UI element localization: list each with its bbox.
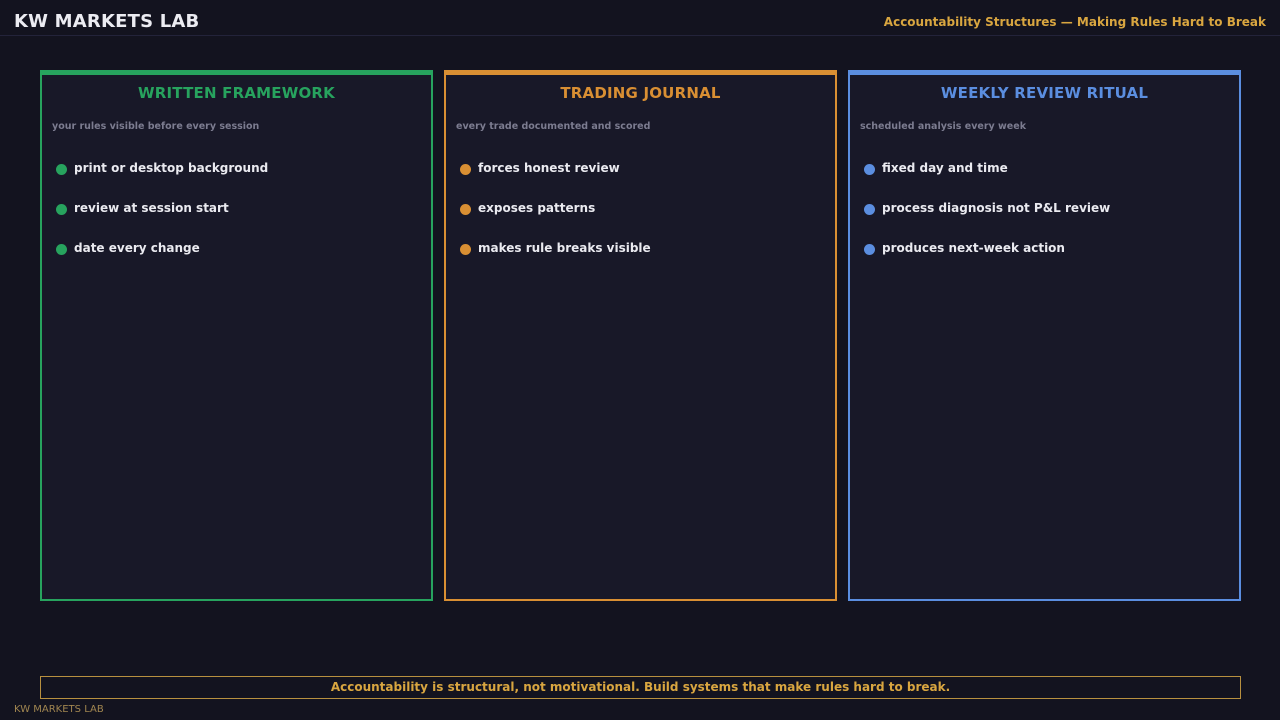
- card-title: WRITTEN FRAMEWORK: [138, 84, 335, 102]
- card-subtitle: your rules visible before every session: [52, 121, 260, 132]
- list-item-label: review at session start: [74, 201, 229, 215]
- list-item-label: fixed day and time: [882, 161, 1008, 175]
- slide-title: Accountability Structures — Making Rules…: [883, 15, 1266, 29]
- brand-logo-text: KW MARKETS LAB: [14, 11, 200, 32]
- list-item-label: forces honest review: [478, 161, 620, 175]
- list-item-label: date every change: [74, 241, 200, 255]
- card-subtitle: scheduled analysis every week: [860, 121, 1027, 132]
- list-item-label: print or desktop background: [74, 161, 269, 175]
- bullet-dot-icon: [864, 204, 875, 215]
- slide: KW MARKETS LAB Accountability Structures…: [0, 0, 1280, 720]
- card-subtitle: every trade documented and scored: [456, 121, 651, 132]
- list-item-label: exposes patterns: [478, 201, 596, 215]
- card-trading-journal: TRADING JOURNAL every trade documented a…: [444, 70, 837, 601]
- card-weekly-review-ritual: WEEKLY REVIEW RITUAL scheduled analysis …: [848, 70, 1241, 601]
- bullet-dot-icon: [864, 244, 875, 255]
- card-written-framework: WRITTEN FRAMEWORK your rules visible bef…: [40, 70, 433, 601]
- bullet-dot-icon: [56, 244, 67, 255]
- bullet-dot-icon: [460, 164, 471, 175]
- header-bar: KW MARKETS LAB Accountability Structures…: [0, 0, 1280, 36]
- footer-banner: Accountability is structural, not motiva…: [40, 676, 1241, 699]
- bullet-dot-icon: [460, 204, 471, 215]
- card-title: WEEKLY REVIEW RITUAL: [940, 84, 1149, 102]
- list-item-label: makes rule breaks visible: [478, 241, 651, 255]
- card-title: TRADING JOURNAL: [560, 84, 721, 102]
- list-item-label: produces next-week action: [882, 241, 1065, 255]
- bullet-dot-icon: [864, 164, 875, 175]
- list-item-label: process diagnosis not P&L review: [882, 201, 1111, 215]
- bullet-dot-icon: [56, 164, 67, 175]
- footer-brand: KW MARKETS LAB: [14, 704, 104, 715]
- card-row: WRITTEN FRAMEWORK your rules visible bef…: [40, 70, 1241, 601]
- bullet-dot-icon: [460, 244, 471, 255]
- bullet-dot-icon: [56, 204, 67, 215]
